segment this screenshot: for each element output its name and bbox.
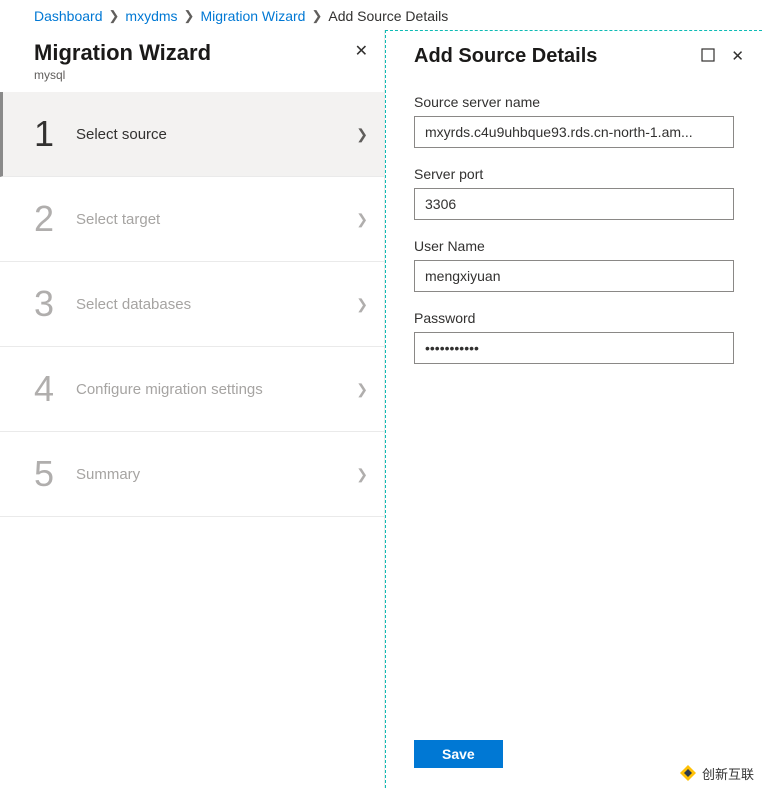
wizard-step-configure-migration[interactable]: 4 Configure migration settings ❯ [0, 347, 384, 432]
watermark: 创新互联 [678, 763, 754, 783]
wizard-subtitle: mysql [0, 68, 384, 92]
breadcrumb: Dashboard ❯ mxydms ❯ Migration Wizard ❯ … [0, 0, 762, 30]
chevron-right-icon: ❯ [356, 126, 368, 143]
close-icon[interactable]: ✕ [351, 40, 372, 64]
wizard-step-select-databases[interactable]: 3 Select databases ❯ [0, 262, 384, 347]
chevron-right-icon: ❯ [356, 211, 368, 228]
source-server-input[interactable] [414, 116, 734, 148]
user-name-input[interactable] [414, 260, 734, 292]
step-label: Select target [76, 211, 356, 228]
breadcrumb-link-migration-wizard[interactable]: Migration Wizard [200, 8, 305, 24]
step-number: 2 [34, 201, 76, 237]
breadcrumb-link-mxydms[interactable]: mxydms [125, 8, 177, 24]
step-number: 3 [34, 286, 76, 322]
step-label: Select databases [76, 296, 356, 313]
step-number: 5 [34, 456, 76, 492]
step-number: 4 [34, 371, 76, 407]
chevron-right-icon: ❯ [311, 8, 322, 24]
password-input[interactable] [414, 332, 734, 364]
chevron-right-icon: ❯ [356, 381, 368, 398]
breadcrumb-current: Add Source Details [328, 8, 448, 24]
server-port-input[interactable] [414, 188, 734, 220]
wizard-title: Migration Wizard [34, 40, 211, 66]
breadcrumb-link-dashboard[interactable]: Dashboard [34, 8, 103, 24]
wizard-step-select-source[interactable]: 1 Select source ❯ [0, 92, 384, 177]
step-number: 1 [34, 116, 76, 152]
chevron-right-icon: ❯ [109, 8, 120, 24]
source-server-label: Source server name [414, 94, 734, 110]
close-icon[interactable]: ✕ [731, 49, 744, 64]
wizard-step-select-target[interactable]: 2 Select target ❯ [0, 177, 384, 262]
wizard-step-summary[interactable]: 5 Summary ❯ [0, 432, 384, 517]
step-label: Select source [76, 126, 356, 143]
watermark-text: 创新互联 [702, 764, 754, 783]
chevron-right-icon: ❯ [184, 8, 195, 24]
watermark-icon [678, 763, 698, 783]
panel-title: Add Source Details [414, 45, 597, 68]
detail-panel: Add Source Details ✕ Source server name … [385, 30, 762, 788]
wizard-nav: Migration Wizard ✕ mysql 1 Select source… [0, 30, 385, 788]
password-label: Password [414, 310, 734, 326]
maximize-icon[interactable] [701, 48, 715, 65]
user-name-label: User Name [414, 238, 734, 254]
chevron-right-icon: ❯ [356, 466, 368, 483]
server-port-label: Server port [414, 166, 734, 182]
save-button[interactable]: Save [414, 740, 503, 768]
chevron-right-icon: ❯ [356, 296, 368, 313]
step-label: Configure migration settings [76, 381, 356, 398]
step-label: Summary [76, 466, 356, 483]
